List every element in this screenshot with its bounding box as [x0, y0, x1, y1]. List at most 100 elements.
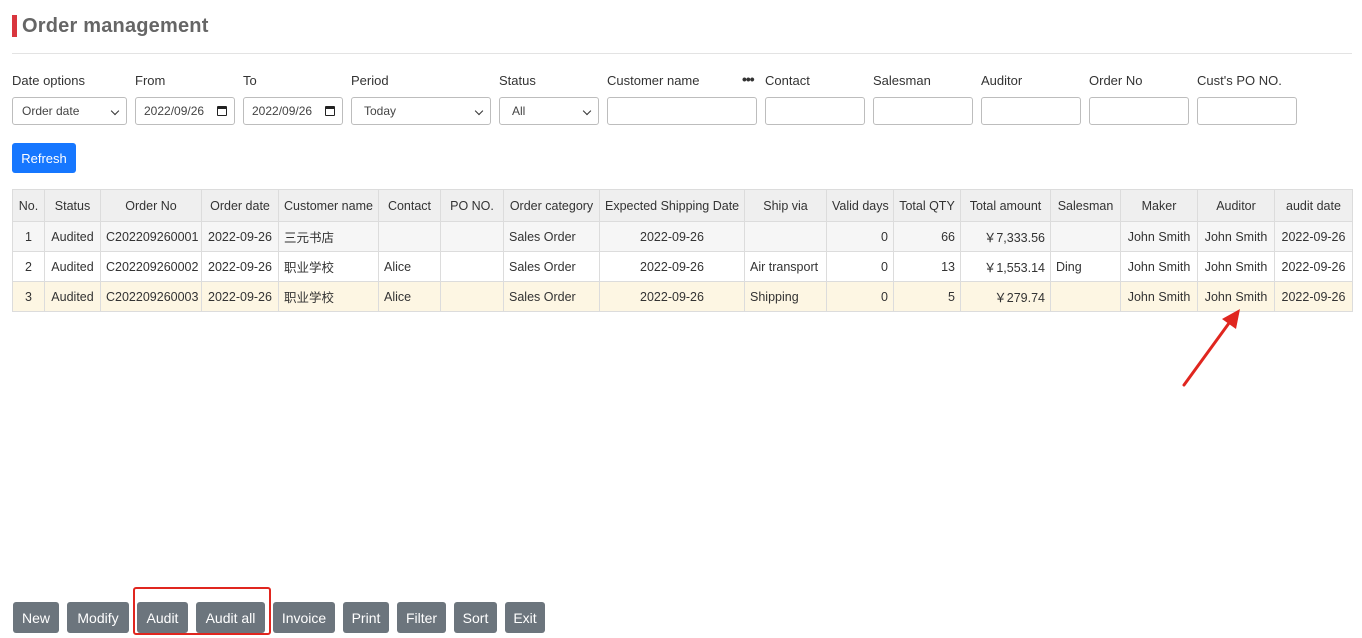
cell-contact: Alice — [378, 281, 441, 312]
col-header-auditor[interactable]: Auditor — [1197, 189, 1275, 222]
cell-no: 1 — [12, 221, 45, 252]
cell-order-date: 2022-09-26 — [201, 281, 279, 312]
date-options-value: Order date — [22, 104, 80, 118]
col-header-no[interactable]: No. — [12, 189, 45, 222]
customer-name-input[interactable] — [607, 97, 757, 125]
cell-customer-name: 三元书店 — [278, 221, 379, 252]
cell-status: Audited — [44, 281, 101, 312]
cell-ship-via — [744, 221, 827, 252]
filter-button[interactable]: Filter — [397, 602, 446, 633]
refresh-button[interactable]: Refresh — [12, 143, 76, 173]
cell-order-date: 2022-09-26 — [201, 251, 279, 282]
cell-order-no: C202209260002 — [100, 251, 202, 282]
col-header-maker[interactable]: Maker — [1120, 189, 1198, 222]
col-header-total-amount[interactable]: Total amount — [960, 189, 1051, 222]
cell-total-qty: 66 — [893, 221, 961, 252]
cell-valid-days: 0 — [826, 221, 894, 252]
sort-button[interactable]: Sort — [454, 602, 497, 633]
cell-audit-date: 2022-09-26 — [1274, 251, 1353, 282]
order-no-input[interactable] — [1089, 97, 1189, 125]
col-header-contact[interactable]: Contact — [378, 189, 441, 222]
period-value: Today — [364, 104, 397, 118]
cell-no: 3 — [12, 281, 45, 312]
to-date-value: 2022/09/26 — [252, 104, 313, 118]
more-options-icon[interactable]: ••• — [742, 71, 755, 87]
table-row[interactable]: 2 Audited C202209260002 2022-09-26 职业学校 … — [12, 251, 1353, 282]
status-select[interactable]: All — [499, 97, 599, 125]
status-value: All — [512, 104, 526, 118]
cust-po-input[interactable] — [1197, 97, 1297, 125]
invoice-button[interactable]: Invoice — [273, 602, 335, 633]
audit-button[interactable]: Audit — [137, 602, 188, 633]
orders-table: No. Status Order No Order date Customer … — [12, 189, 1353, 312]
period-label: Period — [351, 73, 389, 88]
status-label: Status — [499, 73, 536, 88]
page-header: Order management — [12, 14, 209, 38]
cell-status: Audited — [44, 221, 101, 252]
col-header-expected-shipping-date[interactable]: Expected Shipping Date — [599, 189, 745, 222]
date-options-select[interactable]: Order date — [12, 97, 127, 125]
salesman-label: Salesman — [873, 73, 931, 88]
cell-maker: John Smith — [1120, 221, 1198, 252]
auditor-input[interactable] — [981, 97, 1081, 125]
col-header-order-date[interactable]: Order date — [201, 189, 279, 222]
cell-salesman — [1050, 221, 1121, 252]
cell-customer-name: 职业学校 — [278, 281, 379, 312]
col-header-order-category[interactable]: Order category — [503, 189, 600, 222]
filter-panel: Date options Order date From 2022/09/26 … — [0, 71, 1362, 133]
cell-auditor: John Smith — [1197, 251, 1275, 282]
cell-order-category: Sales Order — [503, 281, 600, 312]
table-row[interactable]: 1 Audited C202209260001 2022-09-26 三元书店 … — [12, 221, 1353, 252]
col-header-valid-days[interactable]: Valid days — [826, 189, 894, 222]
col-header-order-no[interactable]: Order No — [100, 189, 202, 222]
cell-valid-days: 0 — [826, 251, 894, 282]
cell-order-category: Sales Order — [503, 221, 600, 252]
cell-expected-shipping-date: 2022-09-26 — [599, 221, 745, 252]
new-button[interactable]: New — [13, 602, 59, 633]
header-divider — [12, 53, 1352, 54]
from-label: From — [135, 73, 166, 88]
page-title: Order management — [22, 14, 209, 37]
cell-order-no: C202209260001 — [100, 221, 202, 252]
cell-maker: John Smith — [1120, 251, 1198, 282]
cell-auditor: John Smith — [1197, 221, 1275, 252]
calendar-icon[interactable] — [217, 106, 227, 116]
cell-status: Audited — [44, 251, 101, 282]
cell-po-no — [440, 281, 504, 312]
cell-total-qty: 5 — [893, 281, 961, 312]
period-select[interactable]: Today — [351, 97, 491, 125]
cell-total-amount: ￥279.74 — [960, 281, 1051, 312]
customer-name-label: Customer name — [607, 73, 700, 88]
col-header-customer-name[interactable]: Customer name — [278, 189, 379, 222]
contact-input[interactable] — [765, 97, 865, 125]
cell-customer-name: 职业学校 — [278, 251, 379, 282]
col-header-audit-date[interactable]: audit date — [1274, 189, 1353, 222]
print-button[interactable]: Print — [343, 602, 389, 633]
col-header-salesman[interactable]: Salesman — [1050, 189, 1121, 222]
audit-all-button[interactable]: Audit all — [196, 602, 265, 633]
to-label: To — [243, 73, 257, 88]
col-header-total-qty[interactable]: Total QTY — [893, 189, 961, 222]
from-date-input[interactable]: 2022/09/26 — [135, 97, 235, 125]
col-header-po-no[interactable]: PO NO. — [440, 189, 504, 222]
date-options-label: Date options — [12, 73, 85, 88]
col-header-status[interactable]: Status — [44, 189, 101, 222]
cell-order-category: Sales Order — [503, 251, 600, 282]
action-toolbar: New Modify Audit Audit all Invoice Print… — [0, 602, 1362, 634]
table-row-selected[interactable]: 3 Audited C202209260003 2022-09-26 职业学校 … — [12, 281, 1353, 312]
calendar-icon[interactable] — [325, 106, 335, 116]
to-date-input[interactable]: 2022/09/26 — [243, 97, 343, 125]
modify-button[interactable]: Modify — [67, 602, 129, 633]
cell-order-date: 2022-09-26 — [201, 221, 279, 252]
exit-button[interactable]: Exit — [505, 602, 545, 633]
contact-label: Contact — [765, 73, 810, 88]
cell-salesman: Ding — [1050, 251, 1121, 282]
auditor-label: Auditor — [981, 73, 1023, 88]
col-header-ship-via[interactable]: Ship via — [744, 189, 827, 222]
cell-audit-date: 2022-09-26 — [1274, 221, 1353, 252]
salesman-input[interactable] — [873, 97, 973, 125]
cell-po-no — [440, 251, 504, 282]
cell-total-qty: 13 — [893, 251, 961, 282]
cell-ship-via: Air transport — [744, 251, 827, 282]
from-date-value: 2022/09/26 — [144, 104, 205, 118]
